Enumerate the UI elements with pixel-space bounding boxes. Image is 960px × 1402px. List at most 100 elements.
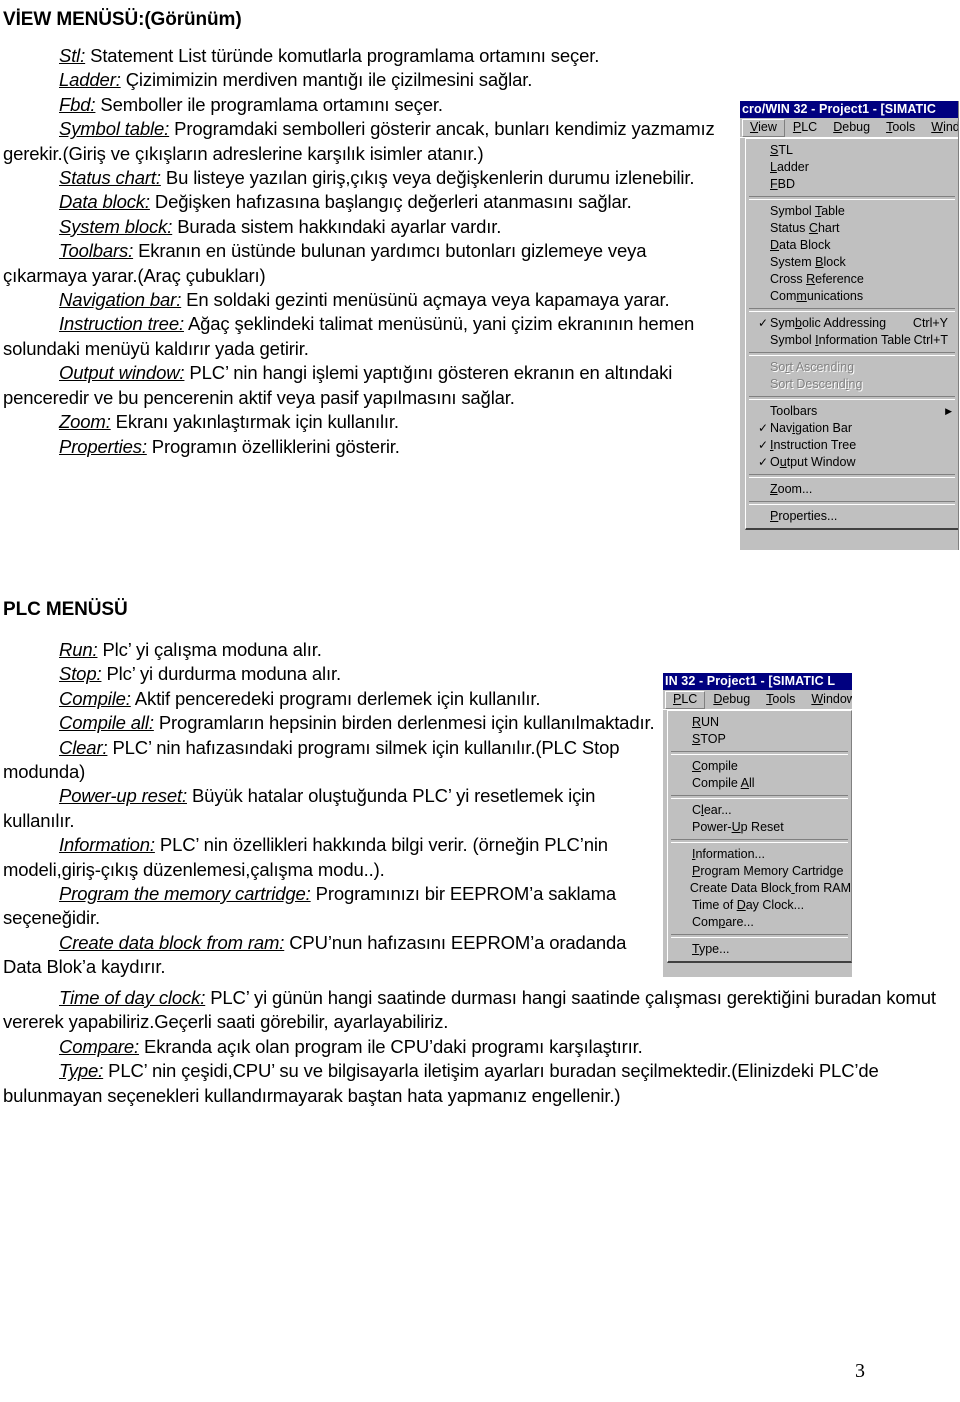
menu-item-label: Cross Reference [770,272,864,286]
menu-term: Toolbars: [59,240,134,262]
menu-separator [749,396,955,400]
menu-term: Information: [59,834,155,856]
menu-description: Bu listeye yazılan giriş,çıkış veya deği… [160,167,695,189]
menu-description-paragraph: System block: Burada sistem hakkındaki a… [3,215,726,239]
menu-item-label: Status Chart [770,221,840,235]
menu-term: Time of day clock: [59,987,206,1008]
menu-description-paragraph: Zoom: Ekranı yakınlaştırmak için kullanı… [3,410,726,434]
menu-item-ladder[interactable]: Ladder [746,159,958,176]
menu-term: Compile: [59,687,131,709]
menu-term: Clear: [59,736,108,758]
menu-description-paragraph: Stl: Statement List türünde komutlarla p… [3,44,726,68]
menu-description: Ekranda açık olan program ile CPU’daki p… [139,1035,643,1057]
plc-window-menubar[interactable]: PLCDebugToolsWindows [663,690,852,710]
view-section-body: Stl: Statement List türünde komutlarla p… [3,44,726,459]
menu-item-compare[interactable]: Compare... [668,914,851,931]
menu-item-label: Compare... [692,915,754,929]
menu-separator [671,795,848,799]
menu-term: Program the memory cartridge: [59,883,311,905]
page-number: 3 [855,1360,865,1382]
menu-item-label: Symbol Information Table [770,333,911,347]
menu-item-data-block[interactable]: Data Block [746,237,958,254]
menubar-item-plc[interactable]: PLC [665,690,706,709]
menu-item-type[interactable]: Type... [668,941,851,958]
menu-term: Output window: [59,362,185,384]
menu-item-compile[interactable]: Compile [668,758,851,775]
menu-term: Zoom: [59,411,111,433]
menu-item-information[interactable]: Information... [668,846,851,863]
menubar-item-view[interactable]: View [742,118,785,137]
menu-term: System block: [59,215,173,237]
menu-term: Stl: [59,45,86,66]
menu-description: En soldaki gezinti menüsünü açmaya veya … [181,289,670,311]
menu-item-system-block[interactable]: System Block [746,254,958,271]
menu-term: Ladder: [59,69,121,91]
menu-item-sort-descending: Sort Descending [746,376,958,393]
menu-item-create-data-block-from-ram[interactable]: Create Data Block from RAM [668,880,851,897]
menu-description: Programların hepsinin birden derlenmesi … [153,712,655,734]
menu-item-label: Compile All [692,776,755,790]
plc-heading-text: PLC MENÜSÜ [3,599,128,620]
plc-section-body: Run: Plc’ yi çalışma moduna alır. Stop: P… [3,638,658,980]
view-dropdown-menu[interactable]: STL Ladder FBD Symbol Table Status Chart Data… [745,138,958,530]
menu-item-compile-all[interactable]: Compile All [668,775,851,792]
menu-item-label: Power-Up Reset [692,820,784,834]
menu-item-power-up-reset[interactable]: Power-Up Reset [668,819,851,836]
view-window-titlebar: cro/WIN 32 - Project1 - [SIMATIC [740,101,958,118]
menu-item-symbol-information-table[interactable]: Symbol Information Table Ctrl+T [746,332,958,349]
document-page: VİEW MENÜSÜ:(Görünüm) Stl: Statement Lis… [0,0,960,1402]
checkmark-icon: ✓ [757,455,769,469]
checkmark-icon: ✓ [757,438,769,452]
menu-term: Power-up reset: [59,785,187,807]
menu-item-symbol-table[interactable]: Symbol Table [746,203,958,220]
menubar-item-tools[interactable]: Tools [758,691,803,709]
view-window-menubar[interactable]: ViewPLCDebugToolsWindows [740,118,958,138]
menubar-item-windows[interactable]: Windows [923,119,958,137]
menu-item-communications[interactable]: Communications [746,288,958,305]
menu-item-stop[interactable]: STOP [668,731,851,748]
menu-separator [671,751,848,755]
menu-item-shortcut: Ctrl+Y [912,316,948,330]
menu-item-symbolic-addressing[interactable]: ✓ Symbolic Addressing Ctrl+Y [746,315,958,332]
menu-item-label: Time of Day Clock... [692,898,805,912]
menu-description-paragraph: Compare: Ekranda açık olan program ile C… [3,1035,943,1059]
menu-description-paragraph: Type: PLC’ nin çeşidi,CPU’ su ve bilgisa… [3,1059,943,1108]
menu-description-paragraph: Power-up reset: Büyük hatalar oluştuğund… [3,784,658,833]
menu-description: Değişken hafızasına başlangıç değerleri … [149,191,632,213]
menu-item-stl[interactable]: STL [746,142,958,159]
menu-description-paragraph: Toolbars: Ekranın en üstünde bulunan yar… [3,239,726,288]
menu-description: Ekranı yakınlaştırmak için kullanılır. [110,411,399,433]
menu-item-cross-reference[interactable]: Cross Reference [746,271,958,288]
menubar-item-tools[interactable]: Tools [878,119,923,137]
menu-item-label: Type... [692,942,730,956]
menu-item-time-of-day-clock[interactable]: Time of Day Clock... [668,897,851,914]
menu-separator [749,474,955,478]
menubar-item-windows[interactable]: Windows [803,691,852,709]
menu-item-toolbars[interactable]: Toolbars ▶ [746,403,958,420]
menu-description: Plc’ yi durdurma moduna alır. [101,663,341,685]
menu-item-label: RUN [692,715,720,729]
menu-description: Çizimimizin merdiven mantığı ile çizilme… [120,69,533,91]
menu-item-run[interactable]: RUN [668,714,851,731]
menubar-item-debug[interactable]: Debug [705,691,758,709]
menu-description-paragraph: Status chart: Bu listeye yazılan giriş,ç… [3,166,726,190]
menu-item-status-chart[interactable]: Status Chart [746,220,958,237]
menu-item-label: Symbolic Addressing [770,316,887,330]
menu-item-output-window[interactable]: ✓ Output Window [746,454,958,471]
menubar-item-debug[interactable]: Debug [825,119,878,137]
menu-item-clear[interactable]: Clear... [668,802,851,819]
menu-description-paragraph: Program the memory cartridge: Programını… [3,882,658,931]
menu-item-fbd[interactable]: FBD [746,176,958,193]
menu-term: Navigation bar: [59,289,182,311]
menu-item-zoom[interactable]: Zoom... [746,481,958,498]
menu-item-properties[interactable]: Properties... [746,508,958,525]
menu-description-paragraph: Clear: PLC’ nin hafızasındaki programı s… [3,736,658,785]
menu-term: Properties: [59,435,147,457]
menu-term: Type: [59,1060,104,1082]
menu-item-navigation-bar[interactable]: ✓ Navigation Bar [746,420,958,437]
menubar-item-plc[interactable]: PLC [785,119,825,137]
menu-item-instruction-tree[interactable]: ✓ Instruction Tree [746,437,958,454]
menu-item-program-memory-cartridge[interactable]: Program Memory Cartridge [668,863,851,880]
menu-item-label: Communications [770,289,864,303]
plc-dropdown-menu[interactable]: RUN STOP Compile Compile All Clear... Power-U… [667,710,852,963]
